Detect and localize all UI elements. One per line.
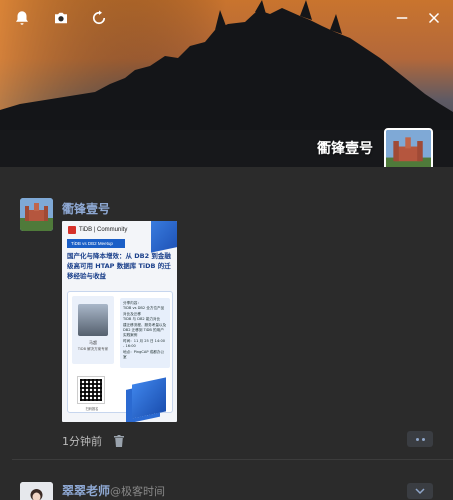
brand-logo: TiDB | Community <box>68 226 127 234</box>
cover-avatar[interactable] <box>384 128 433 167</box>
expand-button[interactable] <box>407 483 433 499</box>
trash-icon[interactable] <box>114 435 124 447</box>
close-icon[interactable] <box>424 8 444 28</box>
author-source: @极客时间 <box>110 485 166 498</box>
speaker-name: 马超 <box>89 340 97 345</box>
speaker-box: 马超 TiDB 解决方案专家 <box>72 296 114 364</box>
dot-icon <box>421 437 425 441</box>
author-avatar[interactable] <box>20 198 53 231</box>
bell-icon[interactable] <box>12 8 32 28</box>
speaker-role: TiDB 解决方案专家 <box>77 347 109 351</box>
moments-window: 衢锋壹号 衢锋壹号 TiDB | Community TiDB vs DB2 M… <box>0 0 453 500</box>
author-name[interactable]: 翠翠老师 <box>62 484 110 498</box>
cover-photo[interactable]: 衢锋壹号 <box>0 0 453 167</box>
post-meta: 1分钟前 <box>62 433 124 449</box>
post-time: 1分钟前 <box>62 435 102 448</box>
minimize-icon[interactable] <box>392 8 412 28</box>
speaker-photo <box>78 304 108 336</box>
author-name-line: 翠翠老师@极客时间 <box>62 482 165 499</box>
decorative-cube <box>151 221 177 253</box>
refresh-icon[interactable] <box>89 8 109 28</box>
chevron-down-icon <box>415 488 425 495</box>
post-image[interactable]: TiDB | Community TiDB vs DB2 Meetup 国产化与… <box>62 221 177 422</box>
portrait-avatar-image <box>20 482 53 500</box>
decorative-cube <box>132 377 166 419</box>
dot-icon <box>415 437 419 441</box>
post-divider <box>12 459 453 460</box>
author-name[interactable]: 衢锋壹号 <box>62 200 110 217</box>
qr-code <box>77 376 105 404</box>
event-banner: TiDB vs DB2 Meetup <box>67 239 125 248</box>
camera-icon[interactable] <box>51 8 71 28</box>
event-info: 分享内容： TiDB vs DB2 全方位产品对比及迁移 TiDB 与 DB2 … <box>120 298 170 368</box>
castle-avatar-image <box>386 130 431 167</box>
castle-avatar-image <box>20 198 53 231</box>
tidb-logo-icon <box>68 226 76 234</box>
more-options-button[interactable] <box>407 431 433 447</box>
cover-username[interactable]: 衢锋壹号 <box>317 138 373 158</box>
author-avatar[interactable] <box>20 482 53 500</box>
poster-title: 国产化与降本增效：从 DB2 到金融级高可用 HTAP 数据库 TiDB 的迁移… <box>67 252 171 280</box>
qr-label: 扫码报名 <box>85 407 99 411</box>
brand-text: TiDB | Community <box>79 227 128 233</box>
